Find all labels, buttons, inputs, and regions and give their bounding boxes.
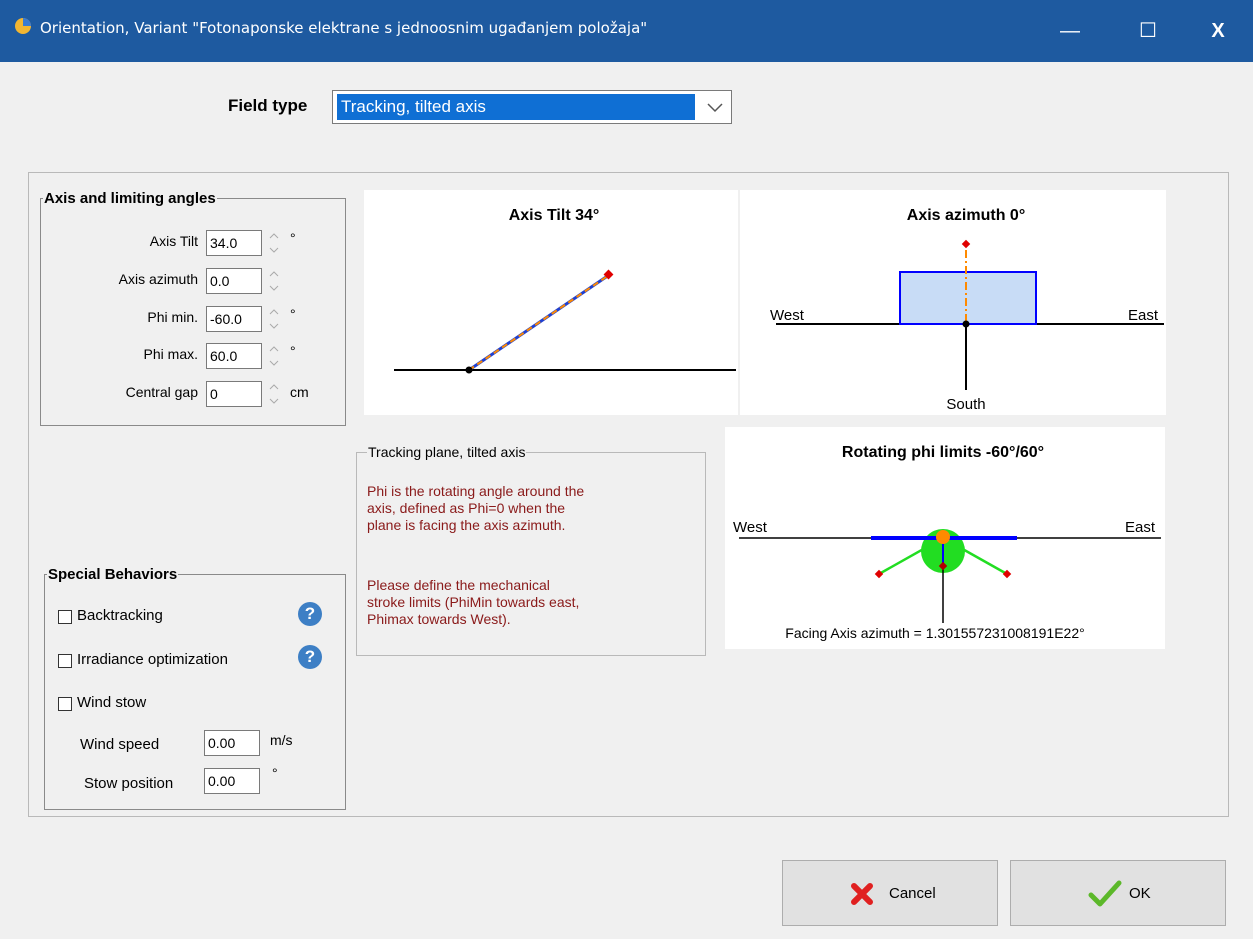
axis-azimuth-svg: Axis azimuth 0° West East South	[770, 207, 1164, 413]
tracker-footprint	[899, 271, 1037, 325]
info-p2-line: stroke limits (PhiMin towards east,	[367, 594, 580, 610]
phi-limits-diagram: Rotating phi limits -60°/60° West East F…	[725, 427, 1165, 649]
phi-axis-marker	[936, 530, 950, 544]
cancel-button[interactable]: Cancel	[782, 860, 998, 926]
axis-azimuth-diagram: Axis azimuth 0° West East South	[740, 190, 1166, 415]
phi-west-label: West	[733, 519, 768, 536]
backtracking-label[interactable]: Backtracking	[77, 607, 163, 624]
stow-position-input[interactable]: 0.00	[204, 768, 260, 794]
phi-min-label: Phi min.	[147, 309, 198, 325]
ok-label: OK	[1129, 885, 1151, 902]
cancel-icon	[851, 883, 873, 905]
window-title: Orientation, Variant "Fotonaponske elekt…	[40, 19, 648, 37]
wind-speed-input[interactable]: 0.00	[204, 730, 260, 756]
close-icon: X	[1211, 20, 1225, 42]
axis-tilt-unit: °	[290, 230, 296, 246]
phi-limits-title: Rotating phi limits -60°/60°	[842, 444, 1044, 461]
axis-group-title: Axis and limiting angles	[44, 190, 216, 207]
maximize-icon: ☐	[1139, 20, 1157, 42]
phi-min-unit: °	[290, 306, 296, 322]
central-gap-input[interactable]: 0	[206, 381, 262, 407]
backtracking-checkbox[interactable]	[58, 610, 72, 624]
field-type-select[interactable]: Tracking, tilted axis	[332, 90, 732, 124]
info-paragraph-1: Phi is the rotating angle around the axi…	[367, 483, 667, 534]
maximize-button[interactable]: ☐	[1118, 10, 1178, 52]
phi-min-spinner[interactable]	[268, 305, 280, 333]
axis-line-orange	[468, 274, 610, 371]
azimuth-end-marker	[961, 239, 971, 249]
wind-speed-unit: m/s	[270, 732, 293, 748]
azimuth-south-label: South	[946, 396, 985, 413]
backtracking-help-icon[interactable]: ?	[298, 602, 322, 626]
special-behaviors-title: Special Behaviors	[48, 566, 178, 583]
stow-position-unit: °	[272, 765, 278, 781]
central-gap-unit: cm	[290, 384, 309, 400]
title-bar: Orientation, Variant "Fotonaponske elekt…	[0, 0, 1253, 62]
cancel-label: Cancel	[889, 885, 936, 902]
axis-tilt-title: Axis Tilt 34°	[509, 207, 600, 224]
axis-tilt-label: Axis Tilt	[149, 233, 198, 249]
axis-azimuth-title: Axis azimuth 0°	[907, 207, 1025, 224]
phi-max-spinner[interactable]	[268, 342, 280, 370]
axis-azimuth-label: Axis azimuth	[118, 271, 198, 287]
phi-max-input[interactable]: 60.0	[206, 343, 262, 369]
info-p2-line: Please define the mechanical	[367, 577, 550, 593]
field-type-value: Tracking, tilted axis	[337, 94, 695, 120]
central-gap-label: Central gap	[125, 384, 198, 400]
axis-tilt-spinner[interactable]	[268, 229, 280, 257]
phi-max-label: Phi max.	[143, 346, 198, 362]
facing-azimuth-label: Facing Axis azimuth = 1.301557231008191E…	[785, 625, 1084, 641]
info-p1-line: axis, defined as Phi=0 when the	[367, 500, 566, 516]
info-p1-line: Phi is the rotating angle around the	[367, 483, 585, 499]
phi-min-input[interactable]: -60.0	[206, 306, 262, 332]
close-button[interactable]: X	[1188, 10, 1248, 52]
wind-stow-label[interactable]: Wind stow	[77, 694, 146, 711]
irradiance-optimization-label[interactable]: Irradiance optimization	[77, 651, 228, 668]
wind-speed-label: Wind speed	[80, 736, 160, 753]
azimuth-west-label: West	[770, 307, 805, 324]
minimize-button[interactable]: —	[1040, 10, 1100, 52]
phi-east-label: East	[1125, 519, 1156, 536]
chevron-down-icon	[707, 103, 723, 113]
ok-button[interactable]: OK	[1010, 860, 1226, 926]
field-type-label: Field type	[228, 96, 308, 115]
axis-tilt-svg: Axis Tilt 34°	[394, 207, 736, 374]
app-icon	[15, 18, 31, 34]
pivot-dot	[465, 366, 473, 374]
info-p2-line: Phimax towards West).	[367, 611, 511, 627]
axis-tilt-diagram: Axis Tilt 34°	[364, 190, 738, 415]
central-gap-spinner[interactable]	[268, 380, 280, 408]
checkmark-icon	[1088, 880, 1122, 907]
azimuth-center-dot	[962, 320, 970, 328]
info-paragraph-2: Please define the mechanical stroke limi…	[367, 577, 667, 628]
tracking-plane-heading: Tracking plane, tilted axis	[367, 444, 527, 460]
phi-limits-svg: Rotating phi limits -60°/60° West East F…	[733, 444, 1161, 641]
axis-azimuth-spinner[interactable]	[268, 267, 280, 295]
azimuth-east-label: East	[1128, 307, 1159, 324]
tracking-plane-info: Tracking plane, tilted axis Phi is the r…	[356, 444, 706, 656]
irradiance-help-icon[interactable]: ?	[298, 645, 322, 669]
minimize-icon: —	[1060, 20, 1080, 42]
stow-position-label: Stow position	[84, 775, 174, 792]
axis-tilt-input[interactable]: 34.0	[206, 230, 262, 256]
info-p1-line: plane is facing the axis azimuth.	[367, 517, 566, 533]
special-behaviors-group: Special Behaviors	[44, 566, 346, 810]
irradiance-optimization-checkbox[interactable]	[58, 654, 72, 668]
phi-max-unit: °	[290, 343, 296, 359]
wind-stow-checkbox[interactable]	[58, 697, 72, 711]
axis-azimuth-input[interactable]: 0.0	[206, 268, 262, 294]
